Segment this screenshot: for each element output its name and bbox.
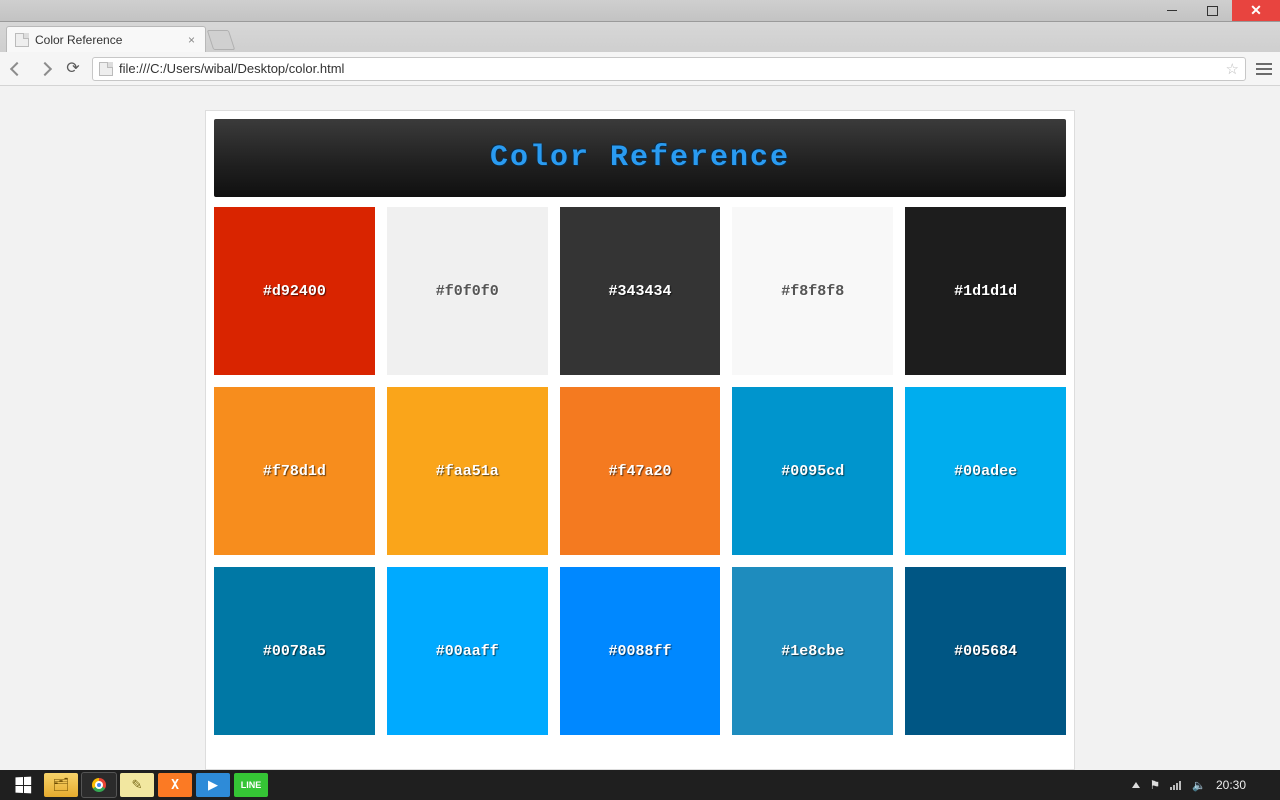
color-swatch: #005684 [905, 567, 1066, 735]
taskbar-clock[interactable]: 20:30 [1216, 778, 1246, 792]
browser-navbar: file:///C:/Users/wibal/Desktop/color.htm… [0, 52, 1280, 86]
swatch-label: #0095cd [781, 463, 844, 480]
color-swatch: #00adee [905, 387, 1066, 555]
page-header: Color Reference [214, 119, 1066, 197]
action-center-icon[interactable] [1150, 778, 1161, 792]
color-swatch: #1e8cbe [732, 567, 893, 735]
taskbar-chrome[interactable] [82, 773, 116, 797]
color-swatch: #f8f8f8 [732, 207, 893, 375]
color-swatch: #1d1d1d [905, 207, 1066, 375]
swatch-label: #faa51a [436, 463, 499, 480]
forward-icon[interactable] [36, 60, 54, 78]
swatch-label: #005684 [954, 643, 1017, 660]
swatch-label: #00aaff [436, 643, 499, 660]
volume-icon[interactable] [1192, 778, 1206, 792]
network-icon[interactable] [1170, 780, 1182, 790]
bookmark-star-icon[interactable]: ☆ [1226, 60, 1239, 78]
swatch-label: #0078a5 [263, 643, 326, 660]
swatch-label: #f0f0f0 [436, 283, 499, 300]
menu-icon[interactable] [1256, 63, 1272, 75]
color-swatch: #f0f0f0 [387, 207, 548, 375]
swatch-label: #f8f8f8 [781, 283, 844, 300]
taskbar-notepad[interactable]: ✎ [120, 773, 154, 797]
new-tab-button[interactable] [207, 30, 235, 50]
taskbar-xampp[interactable]: X [158, 773, 192, 797]
swatch-label: #d92400 [263, 283, 326, 300]
color-swatch: #343434 [560, 207, 721, 375]
system-tray: 20:30 [1132, 778, 1275, 792]
swatch-label: #f47a20 [608, 463, 671, 480]
back-icon[interactable] [8, 60, 26, 78]
tab-title: Color Reference [35, 33, 122, 47]
color-swatch: #faa51a [387, 387, 548, 555]
browser-tab[interactable]: Color Reference × [6, 26, 206, 52]
taskbar-line[interactable]: LINE [234, 773, 268, 797]
swatch-label: #1e8cbe [781, 643, 844, 660]
page-icon [15, 33, 29, 47]
tab-close-icon[interactable]: × [188, 33, 195, 47]
window-maximize-button[interactable] [1192, 0, 1232, 21]
url-bar[interactable]: file:///C:/Users/wibal/Desktop/color.htm… [92, 57, 1246, 81]
swatch-label: #f78d1d [263, 463, 326, 480]
color-swatch: #0088ff [560, 567, 721, 735]
window-titlebar [0, 0, 1280, 22]
reload-icon[interactable] [64, 60, 82, 78]
color-swatch: #00aaff [387, 567, 548, 735]
tray-overflow-icon[interactable] [1132, 782, 1140, 788]
taskbar-file-explorer[interactable]: 🗂 [44, 773, 78, 797]
color-swatch: #d92400 [214, 207, 375, 375]
color-swatch: #f78d1d [214, 387, 375, 555]
page-icon [99, 62, 113, 76]
color-swatch: #0078a5 [214, 567, 375, 735]
swatch-label: #0088ff [608, 643, 671, 660]
windows-logo-icon [15, 777, 31, 794]
window-minimize-button[interactable] [1152, 0, 1192, 21]
color-grid: #d92400 #f0f0f0 #343434 #f8f8f8 #1d1d1d #f78d… [214, 207, 1066, 735]
taskbar-media-player[interactable]: ▶ [196, 773, 230, 797]
browser-tabstrip: Color Reference × [0, 22, 1280, 52]
start-button[interactable] [6, 773, 40, 797]
swatch-label: #1d1d1d [954, 283, 1017, 300]
color-swatch: #0095cd [732, 387, 893, 555]
swatch-label: #00adee [954, 463, 1017, 480]
url-text: file:///C:/Users/wibal/Desktop/color.htm… [119, 61, 344, 76]
swatch-label: #343434 [608, 283, 671, 300]
chrome-icon [92, 778, 106, 792]
page-container: Color Reference #d92400 #f0f0f0 #343434 #f8… [205, 110, 1075, 770]
browser-viewport: Color Reference #d92400 #f0f0f0 #343434 #f8… [0, 86, 1280, 770]
taskbar: 🗂 ✎ X ▶ LINE 20:30 [0, 770, 1280, 800]
page-title: Color Reference [490, 141, 790, 175]
window-close-button[interactable] [1232, 0, 1280, 21]
color-swatch: #f47a20 [560, 387, 721, 555]
